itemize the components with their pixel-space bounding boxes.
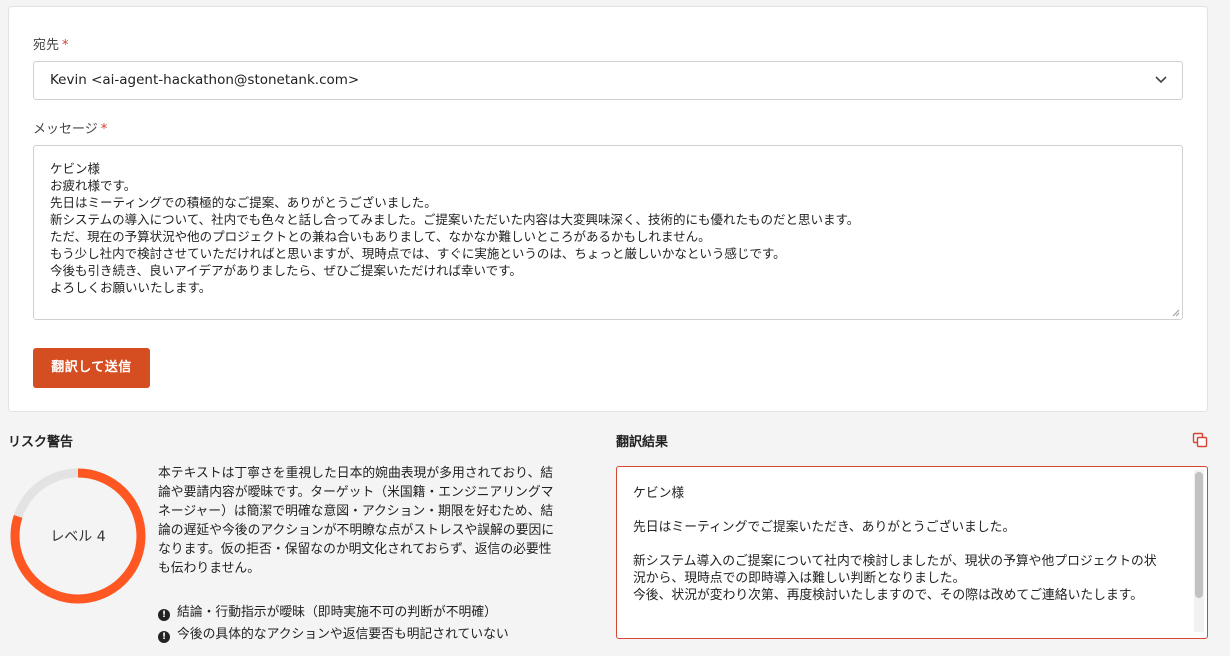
risk-desc-line: 論の遅延や今後のアクションが不明瞭な点がストレスや誤解の要因に [158, 523, 555, 538]
recipient-select[interactable]: Kevin <ai-agent-hackathon@stonetank.com> [33, 61, 1183, 100]
translation-paragraph: 新システム導入のご提案について社内で検討しましたが、現状の予算や他プロジェクトの… [633, 554, 1157, 586]
translation-paragraph: 先日はミーティングでご提案いただき、ありがとうございました。 [633, 520, 1016, 535]
risk-item: ! 今後の具体的なアクションや返信要否も明記されていない [158, 623, 509, 643]
risk-description: 本テキストは丁寧さを重視した日本的婉曲表現が多用されており、結 論や要請内容が曖… [158, 464, 598, 578]
message-line: ケビン様 [50, 161, 101, 176]
translate-send-button[interactable]: 翻訳して送信 [33, 348, 150, 388]
translation-scrollbar[interactable] [1194, 470, 1204, 632]
translation-paragraph: 今後、状況が変わり次第、再度検討いたしますので、その際は改めてご連絡いたします。 [633, 588, 1144, 603]
recipient-label: 宛先 * [33, 38, 69, 53]
risk-desc-line: も伝わりません。 [158, 561, 260, 576]
risk-desc-line: 論や要請内容が曖昧です。ターゲット（米国籍・エンジニアリングマ [158, 485, 554, 500]
translation-result-box[interactable]: ケビン様 先日はミーティングでご提案いただき、ありがとうございました。 新システ… [616, 466, 1208, 639]
risk-desc-line: なります。仮の拒否・保留なのか明文化されておらず、返信の必要性 [158, 542, 552, 557]
message-line: 新システムの導入について、社内でも色々と話し合ってみました。ご提案いただいた内容… [50, 212, 860, 227]
message-form-card: 宛先 * Kevin <ai-agent-hackathon@stonetank.… [8, 6, 1208, 412]
resize-handle-icon[interactable] [1172, 309, 1180, 317]
message-label: メッセージ * [33, 122, 108, 137]
scrollbar-thumb[interactable] [1195, 472, 1203, 598]
risk-level-label: レベル 4 [50, 529, 106, 545]
message-line: 先日はミーティングでの積極的なご提案、ありがとうございました。 [50, 195, 437, 210]
exclamation-circle-icon: ! [158, 609, 170, 621]
chevron-down-icon [1155, 76, 1167, 84]
message-line: よろしくお願いいたします。 [50, 280, 212, 295]
message-line: 今後も引き続き、良いアイデアがありましたら、ぜひご提案いただければ幸いです。 [50, 263, 522, 278]
risk-desc-line: ネージャー）は簡潔で明確な意図・アクション・期限を好むため、結 [158, 504, 554, 519]
message-line: お疲れ様です。 [50, 178, 137, 193]
copy-icon[interactable] [1192, 432, 1208, 448]
risk-item: ! 結論・行動指示が曖昧（即時実施不可の判断が不明確） [158, 601, 497, 621]
risk-desc-line: 本テキストは丁寧さを重視した日本的婉曲表現が多用されており、結 [158, 466, 554, 481]
recipient-value: Kevin <ai-agent-hackathon@stonetank.com> [50, 72, 360, 88]
message-line: ただ、現在の予算状況や他のプロジェクトとの兼ね合いもありまして、なかなか難しいと… [50, 229, 711, 244]
risk-title: リスク警告 [8, 435, 74, 450]
exclamation-circle-icon: ! [158, 631, 170, 643]
message-textarea[interactable]: ケビン様 お疲れ様です。 先日はミーティングでの積極的なご提案、ありがとうござい… [33, 145, 1183, 320]
message-line: もう少し社内で検討させていただければと思いますが、現時点では、すぐに実施というの… [50, 246, 786, 261]
translation-paragraph: ケビン様 [633, 486, 685, 501]
translation-title: 翻訳結果 [616, 435, 669, 450]
